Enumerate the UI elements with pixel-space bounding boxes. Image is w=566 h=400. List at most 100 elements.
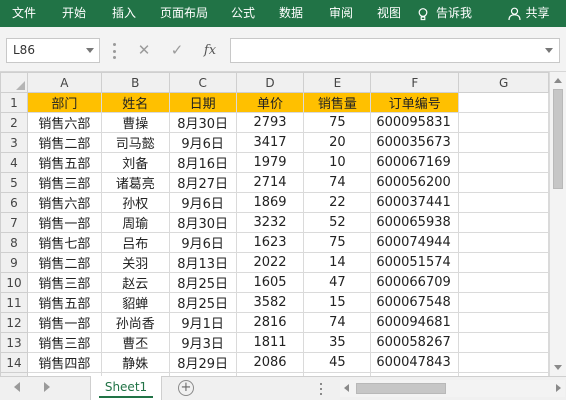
row-header[interactable]: 7 xyxy=(0,212,28,233)
cell[interactable]: 3582 xyxy=(235,292,305,313)
cell[interactable]: 销售五部 xyxy=(26,152,102,173)
cell[interactable]: 销售一部 xyxy=(26,212,102,233)
cell[interactable]: 75 xyxy=(303,112,372,133)
column-header[interactable]: F xyxy=(370,72,460,93)
cell[interactable]: 600067169 xyxy=(370,152,460,173)
cell[interactable]: 35 xyxy=(303,332,372,353)
cell[interactable]: 2714 xyxy=(235,172,305,193)
cell[interactable]: 9月1日 xyxy=(168,312,237,333)
resize-handle[interactable] xyxy=(113,43,117,59)
cell[interactable] xyxy=(458,312,549,333)
expand-formula-icon[interactable] xyxy=(545,48,553,53)
cell[interactable]: 14 xyxy=(303,252,372,273)
cell[interactable] xyxy=(458,152,549,173)
cell[interactable]: 8月29日 xyxy=(168,352,237,373)
cell[interactable]: 关羽 xyxy=(100,252,170,273)
cell[interactable]: 20 xyxy=(303,132,372,153)
column-header[interactable]: D xyxy=(235,72,305,93)
cancel-icon[interactable]: ✕ xyxy=(130,38,158,63)
cell[interactable]: 曹丕 xyxy=(100,332,170,353)
cell[interactable]: 销售七部 xyxy=(26,232,102,253)
cell[interactable]: 8月13日 xyxy=(168,252,237,273)
cell[interactable]: 孙权 xyxy=(100,192,170,213)
row-header[interactable]: 10 xyxy=(0,272,28,293)
header-cell[interactable]: 日期 xyxy=(168,92,237,113)
cell[interactable]: 销售六部 xyxy=(26,192,102,213)
cell[interactable] xyxy=(458,292,549,313)
tab-insert[interactable]: 插入 xyxy=(100,0,148,27)
cell[interactable]: 3417 xyxy=(235,132,305,153)
cell[interactable]: 75 xyxy=(303,232,372,253)
cell[interactable] xyxy=(458,332,549,353)
chevron-down-icon[interactable] xyxy=(86,48,94,53)
cell[interactable]: 52 xyxy=(303,212,372,233)
cell[interactable]: 销售三部 xyxy=(26,332,102,353)
cell[interactable]: 600065938 xyxy=(370,212,460,233)
cell[interactable]: 销售五部 xyxy=(26,292,102,313)
cell[interactable]: 600051574 xyxy=(370,252,460,273)
worksheet-grid[interactable]: ABCDEFG 1 部门 姓名 日期 单价 销售量 订单编号 2 销售六部 曹操 8月30日 2793… xyxy=(0,72,549,376)
cell[interactable]: 600095831 xyxy=(370,112,460,133)
cell[interactable]: 1811 xyxy=(235,332,305,353)
tab-review[interactable]: 审阅 xyxy=(316,0,366,27)
cell[interactable]: 74 xyxy=(303,172,372,193)
cell[interactable]: 8月30日 xyxy=(168,112,237,133)
column-header[interactable]: G xyxy=(458,72,549,93)
cell[interactable]: 1623 xyxy=(235,232,305,253)
cell[interactable]: 9月3日 xyxy=(168,332,237,353)
cell[interactable] xyxy=(458,132,549,153)
cell[interactable]: 2793 xyxy=(235,112,305,133)
tab-formulas[interactable]: 公式 xyxy=(220,0,266,27)
check-icon[interactable]: ✓ xyxy=(163,38,191,63)
row-header[interactable]: 1 xyxy=(0,92,28,113)
cell[interactable]: 600067548 xyxy=(370,292,460,313)
cell[interactable] xyxy=(458,112,549,133)
row-header[interactable]: 9 xyxy=(0,252,28,273)
cell[interactable]: 销售二部 xyxy=(26,132,102,153)
cell[interactable]: 1605 xyxy=(235,272,305,293)
cell[interactable]: 45 xyxy=(303,352,372,373)
tab-view[interactable]: 视图 xyxy=(366,0,412,27)
tab-data[interactable]: 数据 xyxy=(266,0,316,27)
cell[interactable]: 15 xyxy=(303,292,372,313)
column-header[interactable]: A xyxy=(26,72,102,93)
cell[interactable] xyxy=(458,92,549,113)
cell[interactable] xyxy=(458,192,549,213)
cell[interactable]: 8月25日 xyxy=(168,292,237,313)
add-sheet-button[interactable]: + xyxy=(178,380,194,396)
tab-file[interactable]: 文件 xyxy=(0,0,48,27)
cell[interactable]: 9月6日 xyxy=(168,192,237,213)
cell[interactable]: 8月16日 xyxy=(168,152,237,173)
cell[interactable]: 47 xyxy=(303,272,372,293)
select-all-button[interactable] xyxy=(0,72,28,93)
tab-split-handle[interactable] xyxy=(320,383,324,395)
column-header[interactable]: B xyxy=(100,72,170,93)
cell[interactable]: 3232 xyxy=(235,212,305,233)
horizontal-scroll-thumb[interactable] xyxy=(356,383,446,394)
cell[interactable]: 8月30日 xyxy=(168,212,237,233)
cell[interactable]: 孙尚香 xyxy=(100,312,170,333)
cell[interactable]: 刘备 xyxy=(100,152,170,173)
row-header[interactable]: 5 xyxy=(0,172,28,193)
cell[interactable] xyxy=(458,352,549,373)
row-header[interactable]: 13 xyxy=(0,332,28,353)
tell-me-button[interactable]: 告诉我 xyxy=(412,0,476,27)
cell[interactable]: 9月6日 xyxy=(168,232,237,253)
cell[interactable]: 销售二部 xyxy=(26,252,102,273)
tab-home[interactable]: 开始 xyxy=(48,0,100,27)
share-button[interactable]: 共享 xyxy=(502,0,556,27)
cell[interactable]: 600037441 xyxy=(370,192,460,213)
row-header[interactable]: 4 xyxy=(0,152,28,173)
row-header[interactable]: 2 xyxy=(0,112,28,133)
vertical-scroll-thumb[interactable] xyxy=(553,89,563,189)
column-header[interactable]: E xyxy=(303,72,372,93)
cell[interactable]: 静姝 xyxy=(100,352,170,373)
cell[interactable]: 10 xyxy=(303,152,372,173)
cell[interactable]: 赵云 xyxy=(100,272,170,293)
cell[interactable]: 9月6日 xyxy=(168,132,237,153)
row-header[interactable]: 11 xyxy=(0,292,28,313)
cell[interactable]: 22 xyxy=(303,192,372,213)
cell[interactable]: 74 xyxy=(303,312,372,333)
cell[interactable]: 1869 xyxy=(235,192,305,213)
cell[interactable]: 8月25日 xyxy=(168,272,237,293)
